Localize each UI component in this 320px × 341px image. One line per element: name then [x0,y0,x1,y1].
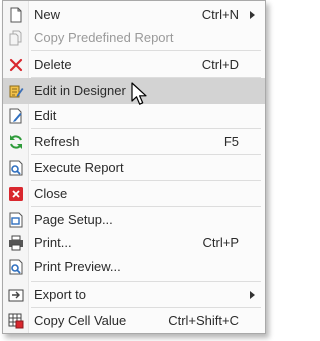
menu-item-print-preview[interactable]: Print Preview... [3,254,265,280]
refresh-icon [8,134,24,150]
menu-item-shortcut: F5 [223,134,239,149]
menu-item-export-to[interactable]: Export to [3,282,265,308]
menu-item-label: Refresh [34,134,80,149]
copy-cell-value-icon [8,313,24,329]
execute-report-icon [8,160,24,176]
menu-item-label: New [34,7,61,22]
menu-item-label: Edit [34,108,57,123]
edit-in-designer-icon [8,83,24,99]
context-menu: New Ctrl+N Copy Predefined Report Delete… [2,0,266,334]
submenu-arrow-icon [250,291,255,299]
menu-item-label: Page Setup... [34,212,113,227]
menu-item-execute-report[interactable]: Execute Report [3,155,265,181]
menu-item-shortcut: Ctrl+Shift+C [168,313,239,328]
edit-icon [8,108,24,124]
page-setup-icon [8,212,24,228]
menu-item-label: Print... [34,235,72,250]
copy-report-icon [8,30,24,46]
print-icon [8,235,24,251]
menu-item-label: Execute Report [34,160,124,175]
menu-item-label: Copy Cell Value [34,313,127,328]
menu-item-shortcut: Ctrl+D [201,57,239,72]
menu-item-delete[interactable]: Delete Ctrl+D [3,52,265,78]
menu-item-copy-predefined-report[interactable]: Copy Predefined Report [3,25,265,51]
submenu-arrow-icon [250,11,255,19]
delete-x-icon [8,57,24,73]
menu-item-label: Copy Predefined Report [34,30,174,45]
close-icon [8,186,24,202]
new-document-icon [8,7,24,23]
menu-item-refresh[interactable]: Refresh F5 [3,129,265,155]
menu-item-label: Delete [34,57,72,72]
mouse-cursor-icon [131,82,147,105]
export-icon [8,287,24,303]
menu-separator [31,50,261,51]
menu-item-label: Export to [34,287,87,302]
menu-item-label: Print Preview... [34,259,121,274]
menu-item-label: Edit in Designer [34,83,126,98]
print-preview-icon [8,259,24,275]
menu-item-shortcut: Ctrl+N [201,7,239,22]
menu-item-print[interactable]: Print... Ctrl+P [3,230,265,256]
menu-item-copy-cell-value[interactable]: Copy Cell Value Ctrl+Shift+C [3,308,265,334]
menu-item-shortcut: Ctrl+P [202,235,239,250]
menu-item-label: Close [34,186,68,201]
menu-item-close[interactable]: Close [3,181,265,207]
